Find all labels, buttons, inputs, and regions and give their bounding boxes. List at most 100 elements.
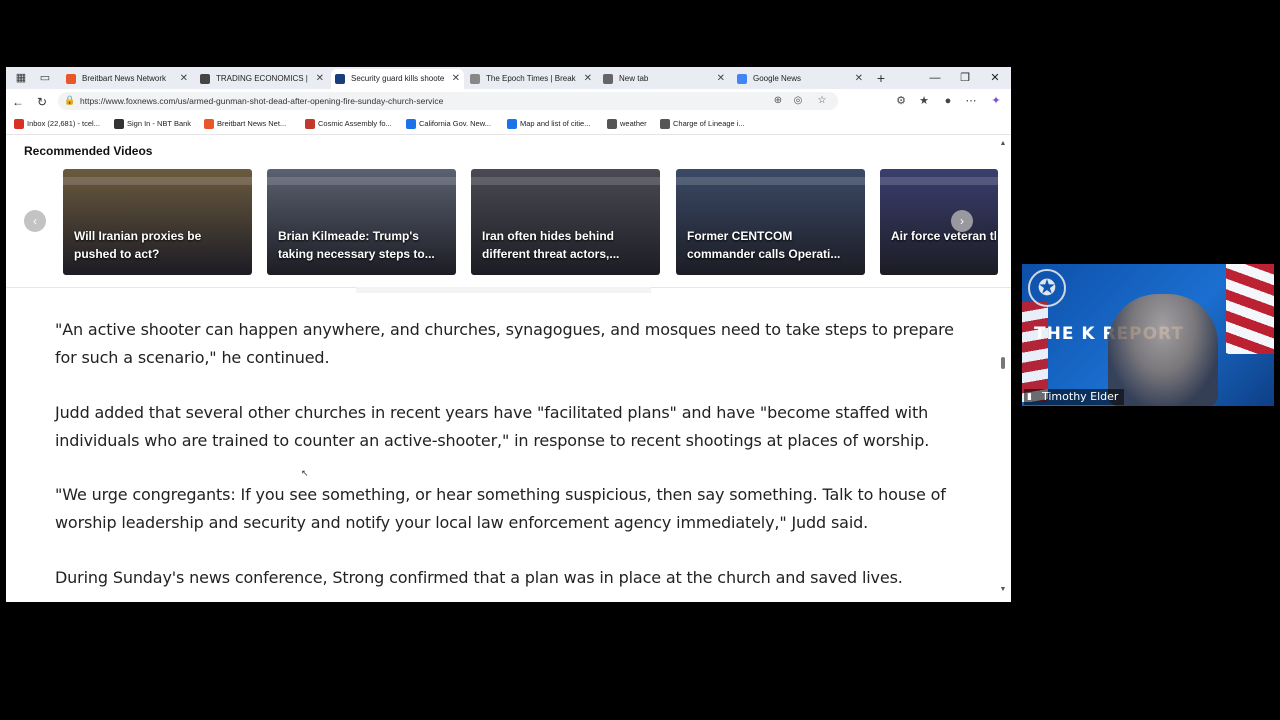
zoom-icon[interactable]: ⊕: [772, 95, 784, 107]
close-icon[interactable]: ✕: [717, 69, 725, 89]
presenter-video: [1108, 294, 1218, 406]
google-news-favicon-icon: [737, 74, 747, 84]
ad-placeholder: [356, 287, 651, 293]
tab-google-news[interactable]: Google News ✕: [733, 69, 867, 89]
close-icon[interactable]: ✕: [855, 69, 863, 89]
cosmic-assembly-icon: [305, 119, 315, 129]
bookmark-label: weather: [620, 119, 647, 128]
bookmark-charge-of-lineage[interactable]: Charge of Lineage i...: [660, 118, 745, 130]
video-thumbnail: [880, 177, 998, 185]
seal-logo-icon: ✪: [1028, 269, 1066, 307]
tab-label: New tab: [619, 74, 649, 83]
tab-foxnews-active[interactable]: Security guard kills shooter ✕: [331, 69, 464, 89]
video-caption: Brian Kilmeade: Trump's taking necessary…: [278, 229, 435, 261]
video-thumbnail: [63, 177, 252, 185]
video-card[interactable]: Air force veteran the 'real threat' to..…: [880, 169, 998, 275]
article-paragraph: During Sunday's news conference, Strong …: [55, 568, 903, 587]
url-text: https://www.foxnews.com/us/armed-gunman-…: [80, 96, 444, 106]
site-info-icon[interactable]: 🔒: [64, 95, 75, 107]
video-thumbnail: [676, 177, 865, 185]
article-paragraph: "An active shooter can happen anywhere, …: [55, 320, 954, 367]
page-content: Recommended Videos Will Iranian proxies …: [6, 135, 1011, 602]
bird-icon: [406, 119, 416, 129]
participant-name: Timothy Elder: [1042, 390, 1119, 403]
recommended-videos-title: Recommended Videos: [24, 144, 153, 158]
scroll-down-icon[interactable]: ▼: [998, 585, 1008, 595]
video-caption: Air force veteran the 'real threat' to..…: [891, 229, 996, 243]
tab-label: Google News: [753, 74, 802, 83]
workspaces-icon[interactable]: ▦: [14, 71, 28, 85]
flag-image: [1022, 302, 1048, 402]
article-paragraph: Judd added that several other churches i…: [55, 403, 930, 450]
bookmark-label: Cosmic Assembly fo...: [318, 119, 392, 128]
article-paragraph: "We urge congregants: If you see somethi…: [55, 485, 946, 532]
video-card[interactable]: Former CENTCOM commander calls Operati..…: [676, 169, 865, 275]
video-caption: Iran often hides behind different threat…: [482, 229, 620, 261]
copilot-icon[interactable]: ✦: [989, 94, 1003, 108]
bookmark-map-cities[interactable]: Map and list of citie...: [507, 118, 590, 130]
globe-icon: [114, 119, 124, 129]
video-thumbnail: [471, 177, 660, 185]
favorites-icon[interactable]: ★: [917, 94, 931, 108]
tab-bar: ▦ ▭ Breitbart News Network ✕ TRADING ECO…: [6, 67, 1011, 89]
close-icon[interactable]: ✕: [584, 69, 592, 89]
bookmark-breitbart[interactable]: Breitbart News Net...: [204, 118, 286, 130]
bookmarks-bar: Inbox (22,681) - tcel... Sign In - NBT B…: [6, 113, 1011, 135]
reload-icon[interactable]: ↻: [35, 95, 49, 109]
bookmark-inbox[interactable]: Inbox (22,681) - tcel...: [14, 118, 100, 130]
bookmark-label: Sign In - NBT Bank: [127, 119, 192, 128]
bookmark-label: California Gov. New...: [419, 119, 491, 128]
tab-actions-icon[interactable]: ▭: [38, 71, 52, 85]
scroll-up-icon[interactable]: ▲: [998, 139, 1008, 149]
breitbart-icon: [204, 119, 214, 129]
more-menu-icon[interactable]: ⋯: [964, 94, 978, 108]
new-tab-button[interactable]: +: [873, 69, 889, 87]
close-icon[interactable]: ✕: [316, 69, 324, 89]
tab-label: Security guard kills shooter: [351, 74, 444, 83]
bookmark-label: Breitbart News Net...: [217, 119, 287, 128]
back-arrow-icon[interactable]: ←: [11, 95, 25, 109]
address-bar[interactable]: 🔒 https://www.foxnews.com/us/armed-gunma…: [58, 92, 838, 110]
scrollbar-thumb[interactable]: [1001, 357, 1005, 369]
bookmark-label: Map and list of citie...: [520, 119, 591, 128]
video-caption: Will Iranian proxies be pushed to act?: [74, 229, 202, 261]
bookmark-california-gov[interactable]: California Gov. New...: [406, 118, 491, 130]
tab-label: TRADING ECONOMICS | 20: [216, 74, 308, 83]
tab-new-tab[interactable]: New tab ✕: [599, 69, 729, 89]
close-icon[interactable]: ✕: [180, 69, 188, 89]
video-card[interactable]: Brian Kilmeade: Trump's taking necessary…: [267, 169, 456, 275]
signal-bars-icon: ▮: [1027, 392, 1032, 402]
carousel-next-button[interactable]: ›: [951, 210, 973, 232]
tab-label: The Epoch Times | Breaking: [486, 74, 576, 83]
video-card[interactable]: Iran often hides behind different threat…: [471, 169, 660, 275]
bookmark-label: Inbox (22,681) - tcel...: [27, 119, 100, 128]
bookmark-nbt-bank[interactable]: Sign In - NBT Bank: [114, 118, 191, 130]
restore-button[interactable]: ❐: [955, 69, 975, 87]
webcam-overlay: ✪ THE K REPORT ▮ Timothy Elder: [1022, 264, 1274, 406]
tab-label: Breitbart News Network: [82, 74, 167, 83]
minimize-button[interactable]: —: [925, 69, 945, 87]
tab-epoch-times[interactable]: The Epoch Times | Breaking ✕: [466, 69, 596, 89]
breitbart-favicon-icon: [66, 74, 76, 84]
tab-breitbart[interactable]: Breitbart News Network ✕: [62, 69, 192, 89]
bookmark-label: Charge of Lineage i...: [673, 119, 745, 128]
folder-icon: [607, 119, 617, 129]
trading-economics-favicon-icon: [200, 74, 210, 84]
foxnews-favicon-icon: [335, 74, 345, 84]
close-icon[interactable]: ✕: [452, 69, 460, 89]
video-card[interactable]: Will Iranian proxies be pushed to act?: [63, 169, 252, 275]
address-toolbar: ← ↻ 🔒 https://www.foxnews.com/us/armed-g…: [6, 89, 1011, 113]
epoch-times-favicon-icon: [470, 74, 480, 84]
window-close-button[interactable]: ✕: [985, 69, 1005, 87]
favorite-star-icon[interactable]: ☆: [816, 95, 828, 107]
extensions-icon[interactable]: ⚙: [894, 94, 908, 108]
mouse-cursor-icon: ↖: [301, 468, 309, 478]
profile-avatar-icon[interactable]: ●: [941, 94, 955, 108]
read-aloud-icon[interactable]: ◎: [792, 95, 804, 107]
browser-window: ▦ ▭ Breitbart News Network ✕ TRADING ECO…: [6, 67, 1011, 602]
tab-trading-economics[interactable]: TRADING ECONOMICS | 20 ✕: [196, 69, 328, 89]
video-thumbnail: [267, 177, 456, 185]
carousel-prev-button[interactable]: ‹: [24, 210, 46, 232]
bookmark-cosmic-assembly[interactable]: Cosmic Assembly fo...: [305, 118, 392, 130]
bookmark-weather[interactable]: weather: [607, 118, 647, 130]
